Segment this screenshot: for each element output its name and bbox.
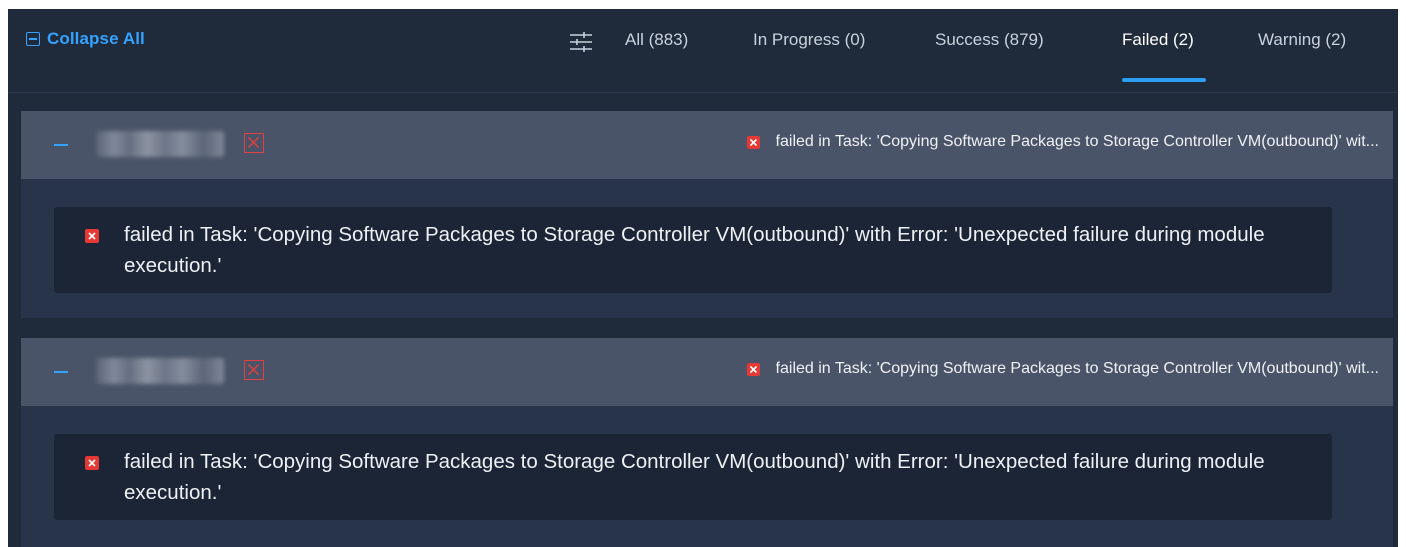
task-group-header[interactable]: failed in Task: 'Copying Software Packag… — [21, 111, 1393, 179]
group-status-text: failed in Task: 'Copying Software Packag… — [775, 360, 1379, 377]
tab-failed[interactable]: Failed (2) — [1122, 30, 1194, 50]
collapse-minus-icon[interactable] — [54, 371, 68, 373]
redacted-host-name — [96, 131, 224, 157]
error-detail-card: failed in Task: 'Copying Software Packag… — [54, 207, 1332, 293]
error-message: failed in Task: 'Copying Software Packag… — [124, 223, 1265, 277]
task-group-header[interactable]: failed in Task: 'Copying Software Packag… — [21, 338, 1393, 406]
error-icon — [746, 135, 760, 149]
task-group: failed in Task: 'Copying Software Packag… — [21, 338, 1393, 547]
tab-in-progress[interactable]: In Progress (0) — [753, 30, 865, 50]
group-status-text: failed in Task: 'Copying Software Packag… — [775, 133, 1379, 150]
failed-status-icon — [244, 360, 264, 380]
tab-success[interactable]: Success (879) — [935, 30, 1044, 50]
group-status-summary: failed in Task: 'Copying Software Packag… — [746, 360, 1379, 378]
error-message: failed in Task: 'Copying Software Packag… — [124, 450, 1265, 504]
task-results-panel: Collapse All All (883) In Progress (0) S… — [8, 9, 1398, 547]
filter-header: Collapse All All (883) In Progress (0) S… — [8, 9, 1398, 93]
active-tab-indicator — [1122, 78, 1206, 82]
error-icon — [85, 229, 99, 243]
collapse-minus-icon[interactable] — [54, 144, 68, 146]
task-group: failed in Task: 'Copying Software Packag… — [21, 111, 1393, 318]
error-detail-card: failed in Task: 'Copying Software Packag… — [54, 434, 1332, 520]
error-icon — [746, 362, 760, 376]
failed-status-icon — [244, 133, 264, 153]
tab-warning[interactable]: Warning (2) — [1258, 30, 1346, 50]
redacted-host-name — [96, 358, 224, 384]
error-icon — [85, 456, 99, 470]
group-status-summary: failed in Task: 'Copying Software Packag… — [746, 133, 1379, 151]
status-tabs: All (883) In Progress (0) Success (879) … — [8, 9, 1398, 92]
tab-all[interactable]: All (883) — [625, 30, 688, 50]
